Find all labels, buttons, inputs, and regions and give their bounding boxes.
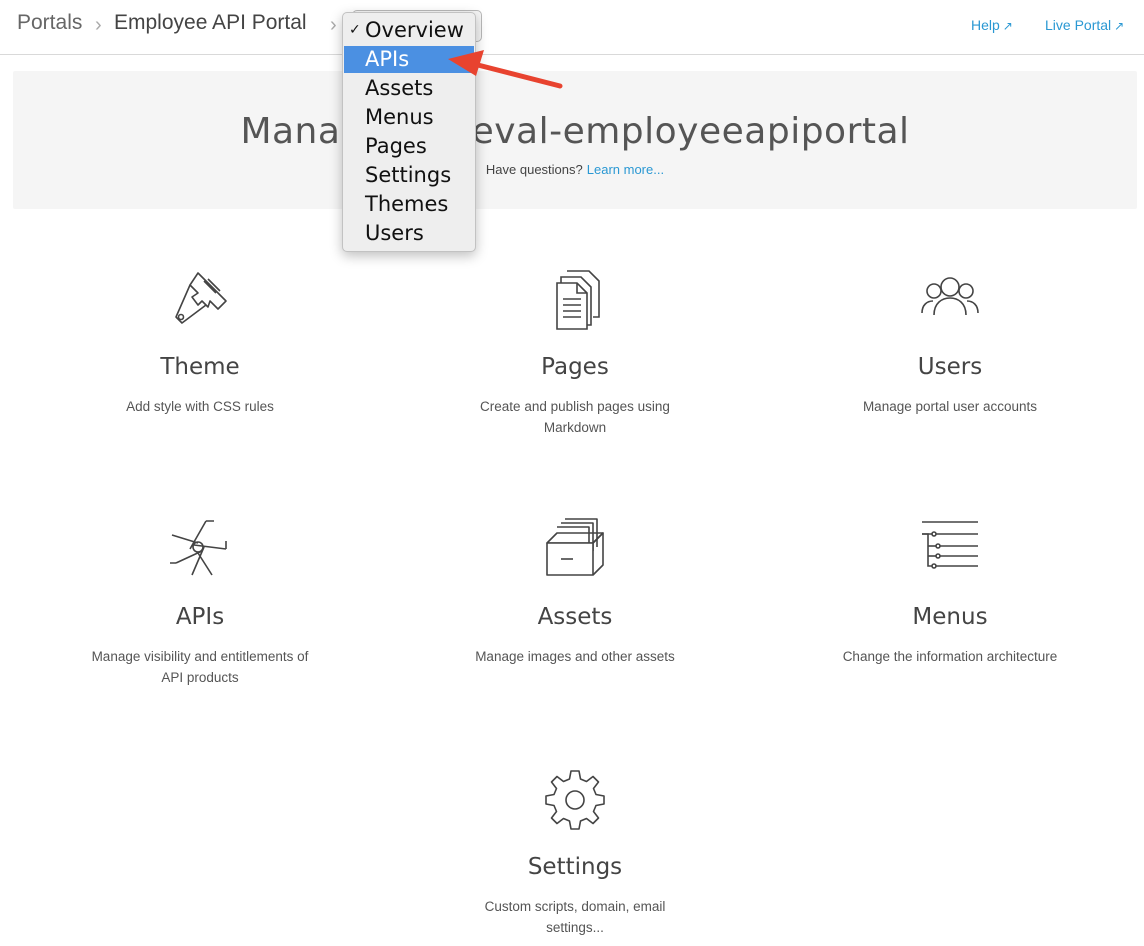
card-pages[interactable]: Pages Create and publish pages using Mar… [405, 267, 745, 438]
documents-icon [543, 267, 607, 331]
breadcrumb-separator: › [330, 14, 337, 36]
gear-icon [543, 767, 607, 831]
card-assets[interactable]: Assets Manage images and other assets [405, 517, 745, 667]
file-drawer-icon [543, 517, 607, 581]
aperture-icon [168, 517, 232, 581]
card-settings[interactable]: Settings Custom scripts, domain, email s… [405, 767, 745, 938]
card-theme[interactable]: Theme Add style with CSS rules [30, 267, 370, 417]
card-description: Add style with CSS rules [126, 399, 274, 414]
dropdown-option-settings[interactable]: Settings [344, 162, 474, 189]
card-description: Change the information architecture [842, 649, 1058, 664]
external-link-icon: ↗ [1002, 19, 1013, 33]
card-title: Assets [537, 604, 613, 630]
card-description: Manage images and other assets [475, 649, 675, 664]
card-title: Settings [527, 854, 623, 880]
dropdown-option-overview[interactable]: ✓ Overview [344, 17, 474, 44]
breadcrumb-separator: › [95, 14, 102, 36]
users-icon [918, 267, 982, 331]
checkmark-icon: ✓ [349, 22, 361, 38]
card-description: Manage portal user accounts [862, 399, 1038, 414]
card-menus[interactable]: Menus Change the information architectur… [780, 517, 1120, 667]
page-title: Mana e-eval-employeeapiportal [240, 111, 910, 152]
card-description: Create and publish pages using Markdown [480, 399, 670, 435]
card-title: APIs [175, 604, 225, 630]
card-title: Pages [541, 354, 609, 380]
card-title: Menus [912, 604, 988, 630]
card-description: Manage visibility and entitlements of AP… [91, 649, 309, 685]
card-users[interactable]: Users Manage portal user accounts [780, 267, 1120, 417]
dropdown-option-themes[interactable]: Themes [344, 191, 474, 218]
breadcrumb-portal-name[interactable]: Employee API Portal [114, 11, 307, 35]
dropdown-option-users[interactable]: Users [344, 220, 474, 247]
menu-tree-icon [918, 517, 982, 581]
live-portal-link[interactable]: Live Portal ↗ [1045, 17, 1124, 33]
card-title: Users [917, 354, 983, 380]
card-title: Theme [160, 354, 240, 380]
external-link-icon: ↗ [1114, 19, 1125, 33]
breadcrumb-portals[interactable]: Portals [17, 11, 82, 35]
annotation-arrow-icon [448, 50, 563, 89]
dropdown-option-pages[interactable]: Pages [344, 133, 474, 160]
help-link[interactable]: Help ↗ [971, 17, 1013, 33]
learn-more-link[interactable]: Learn more... [587, 162, 664, 177]
top-bar: Portals › Employee API Portal › ▲▼ Help↗… [0, 0, 1144, 55]
overview-banner: Mana e-eval-employeeapiportal Have questi… [13, 71, 1137, 209]
card-apis[interactable]: APIs Manage visibility and entitlements … [30, 517, 370, 688]
dropdown-option-menus[interactable]: Menus [344, 104, 474, 131]
card-description: Custom scripts, domain, email settings..… [484, 899, 666, 935]
paintbrush-icon [168, 267, 232, 331]
banner-help-text: Have questions? Learn more... [485, 162, 665, 177]
